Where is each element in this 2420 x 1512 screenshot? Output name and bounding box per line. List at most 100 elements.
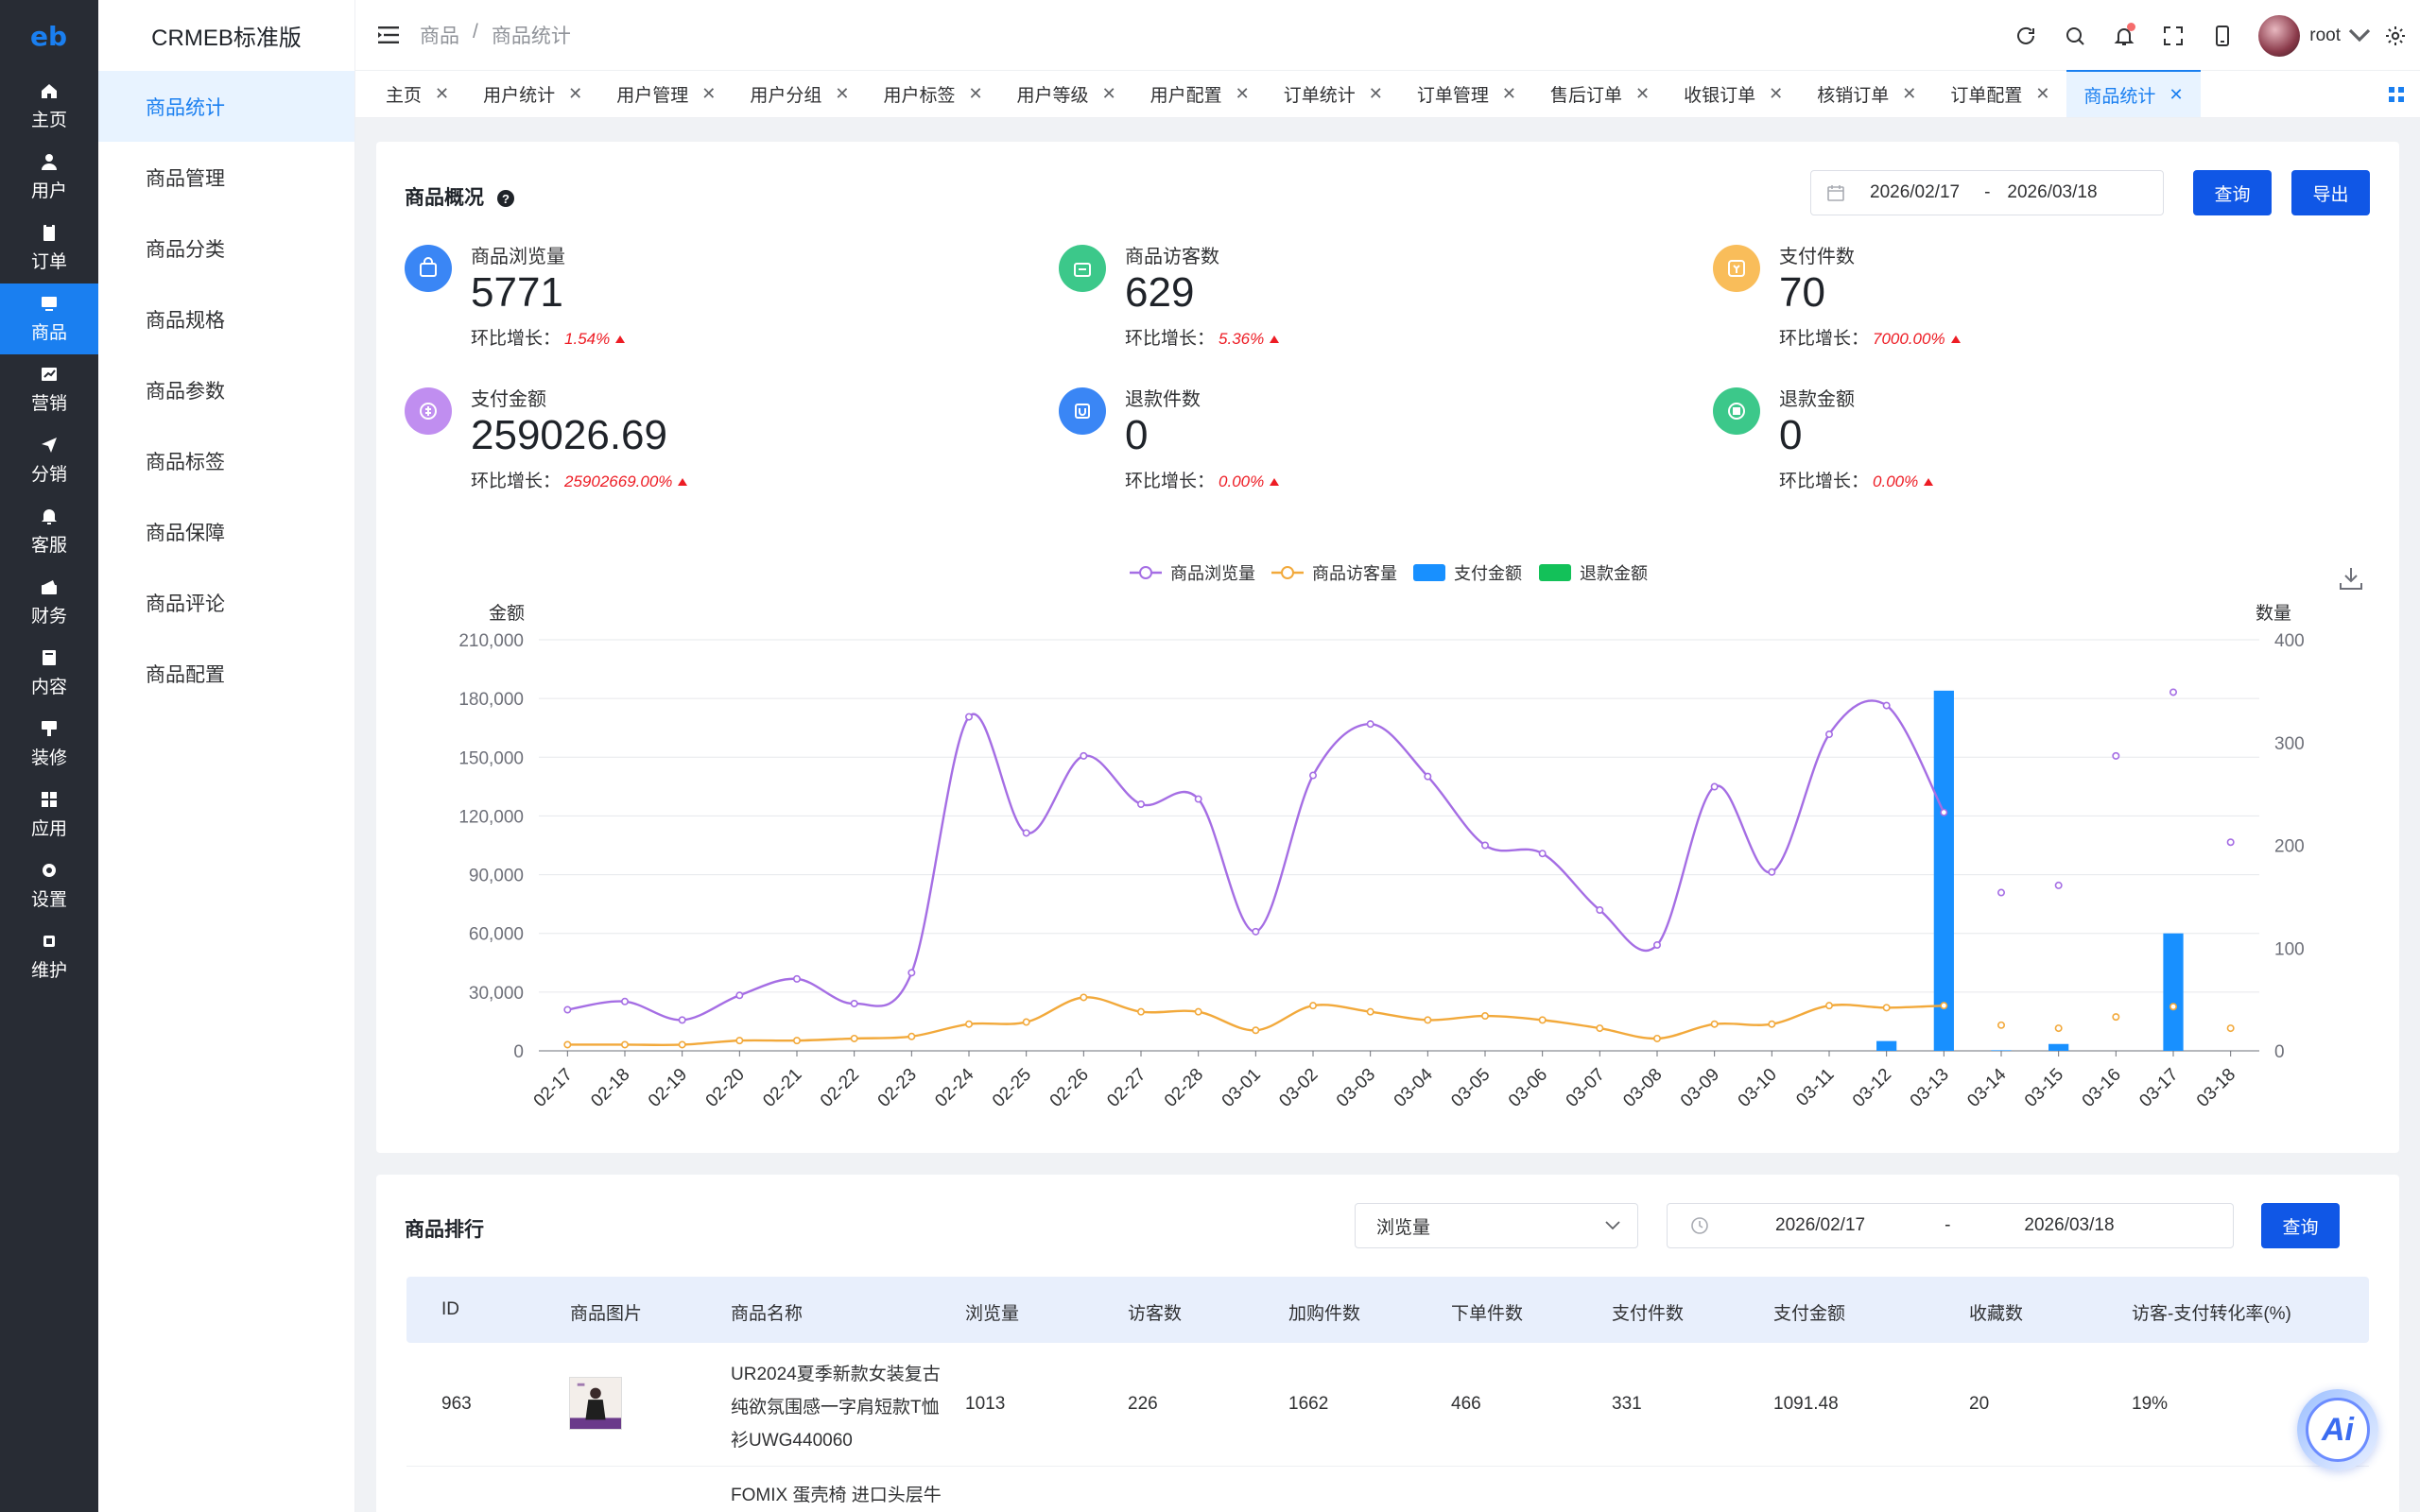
tab-item[interactable]: 用户统计 ✕ (466, 70, 599, 117)
close-icon[interactable]: ✕ (568, 84, 582, 104)
tab-item[interactable]: 订单统计 ✕ (1267, 70, 1400, 117)
tab-item[interactable]: 用户配置 ✕ (1133, 70, 1267, 117)
rail-item-product[interactable]: 商品 (0, 284, 98, 354)
export-button[interactable]: 导出 (2291, 170, 2370, 215)
tab-item[interactable]: 商品统计 ✕ (2066, 70, 2201, 117)
close-icon[interactable]: ✕ (1236, 84, 1250, 104)
stat-card: 支付件数 70 环比增长： 7000.00% (1713, 241, 2280, 373)
change-percent: 25902669.00% (564, 472, 673, 490)
submenu-item[interactable]: 商品标签 (98, 425, 354, 496)
rail-item-label: 内容 (30, 678, 67, 697)
product-image[interactable] (569, 1377, 622, 1430)
tab-item[interactable]: 收银订单 ✕ (1667, 70, 1800, 117)
ai-assistant-button[interactable]: Ai (2297, 1389, 2378, 1470)
rail-item-apps[interactable]: 应用 (0, 780, 98, 850)
rail-item-marketing[interactable]: 营销 (0, 354, 98, 425)
tab-item[interactable]: 售后订单 ✕ (1533, 70, 1667, 117)
date-start[interactable]: 2026/02/17 (1870, 182, 1960, 203)
rail-item-user[interactable]: 用户 (0, 142, 98, 213)
close-icon[interactable]: ✕ (435, 84, 449, 104)
rail-item-finance[interactable]: 财务 (0, 567, 98, 638)
tab-item[interactable]: 用户分组 ✕ (733, 70, 866, 117)
close-icon[interactable]: ✕ (1369, 84, 1383, 104)
rail-item-order[interactable]: 订单 (0, 213, 98, 284)
main-nav-rail: eb 主页 用户 订单 商品 营销 分销客服财务内容装修应用设置 维护 (0, 0, 98, 1512)
tab-item[interactable]: 核销订单 ✕ (1800, 70, 1933, 117)
submenu-item[interactable]: 商品分类 (98, 213, 354, 284)
app-logo[interactable]: eb (0, 0, 98, 71)
point-商品访客量 (1596, 1024, 1604, 1033)
cell-product-name[interactable]: UR2024夏季新款女装复古 纯欲氛围感一字肩短款T恤 衫UWG440060 (731, 1358, 941, 1457)
point-商品访客量 (1424, 1016, 1432, 1024)
menu-toggle-icon[interactable] (378, 26, 401, 44)
submenu-item[interactable]: 商品管理 (98, 142, 354, 213)
tab-item[interactable]: 订单管理 ✕ (1400, 70, 1533, 117)
search-icon[interactable] (2050, 25, 2100, 47)
date-end[interactable]: 2026/03/18 (2024, 1215, 2114, 1236)
settings-gear-icon[interactable] (2371, 25, 2420, 47)
close-icon[interactable]: ✕ (1502, 84, 1516, 104)
close-icon[interactable]: ✕ (835, 84, 849, 104)
right-tick-label: 400 (2274, 631, 2305, 651)
close-icon[interactable]: ✕ (1102, 84, 1116, 104)
date-start[interactable]: 2026/02/17 (1775, 1215, 1865, 1236)
close-icon[interactable]: ✕ (1769, 84, 1783, 104)
cell-views: 1013 (965, 1394, 1006, 1414)
rail-item-content[interactable]: 内容 (0, 638, 98, 709)
query-button[interactable]: 查询 (2193, 170, 2272, 215)
submenu-item[interactable]: 商品评论 (98, 567, 354, 638)
point-商品访客量 (1080, 993, 1088, 1002)
refresh-icon[interactable] (2001, 25, 2050, 47)
tab-item[interactable]: 主页 ✕ (369, 70, 466, 117)
up-triangle-icon (615, 335, 626, 343)
submenu-item[interactable]: 商品参数 (98, 354, 354, 425)
tab-item[interactable]: 用户标签 ✕ (866, 70, 999, 117)
settings-icon (43, 864, 56, 877)
close-icon[interactable]: ✕ (2035, 84, 2049, 104)
tab-item[interactable]: 订单配置 ✕ (1933, 70, 2066, 117)
x-tick-label: 03-08 (1619, 1065, 1666, 1111)
rail-item-home[interactable]: 主页 (0, 71, 98, 142)
rail-item-label: 客服 (30, 536, 67, 556)
tab-item[interactable]: 用户等级 ✕ (1000, 70, 1133, 117)
mobile-preview-icon[interactable] (2198, 25, 2247, 47)
breadcrumb-item[interactable]: 商品 (420, 21, 459, 49)
product-name-line: 纯欲氛围感一字肩短款T恤 (731, 1398, 940, 1418)
rail-item-service[interactable]: 客服 (0, 496, 98, 567)
close-icon[interactable]: ✕ (1902, 84, 1916, 104)
right-tick-label: 200 (2274, 837, 2305, 857)
username[interactable]: root (2309, 26, 2341, 46)
tabs-grid-icon[interactable] (2388, 86, 2405, 103)
chevron-down-icon[interactable] (2348, 25, 2371, 47)
close-icon[interactable]: ✕ (2169, 85, 2183, 105)
submenu-item[interactable]: 商品统计 (98, 71, 354, 142)
column-header: 访客-支付转化率(%) (2132, 1304, 2291, 1324)
rail-item-settings[interactable]: 设置 (0, 850, 98, 921)
rail-item-label: 财务 (30, 607, 67, 627)
tab-item[interactable]: 用户管理 ✕ (599, 70, 733, 117)
stat-change: 环比增长： 7000.00% (1779, 324, 1961, 350)
help-icon[interactable]: ? (497, 190, 514, 208)
date-end[interactable]: 2026/03/18 (2007, 182, 2097, 203)
close-icon[interactable]: ✕ (701, 84, 716, 104)
notification-bell-icon[interactable] (2100, 22, 2149, 47)
rail-item-decorate[interactable]: 装修 (0, 709, 98, 780)
tab-label: 核销订单 (1817, 85, 1890, 106)
fullscreen-icon[interactable] (2149, 25, 2198, 47)
close-icon[interactable]: ✕ (1635, 84, 1650, 104)
column-header: 加购件数 (1288, 1304, 1361, 1324)
ranking-metric-select[interactable]: 浏览量 (1355, 1203, 1638, 1248)
submenu-item[interactable]: 商品配置 (98, 638, 354, 709)
rail-item-distribution[interactable]: 分销 (0, 425, 98, 496)
overview-date-range[interactable]: 2026/02/17 - 2026/03/18 (1810, 170, 2164, 215)
avatar[interactable] (2258, 14, 2301, 57)
close-icon[interactable]: ✕ (968, 84, 982, 104)
rail-item-label: 应用 (30, 819, 67, 839)
submenu-item[interactable]: 商品规格 (98, 284, 354, 354)
ranking-query-button[interactable]: 查询 (2261, 1203, 2340, 1248)
cell-product-name[interactable]: FOMIX 蛋壳椅 进口头层牛 (731, 1481, 942, 1506)
download-icon (2340, 568, 2362, 590)
rail-item-maintain[interactable]: 维护 (0, 921, 98, 992)
submenu-item[interactable]: 商品保障 (98, 496, 354, 567)
ranking-date-range[interactable]: 2026/02/17 - 2026/03/18 (1667, 1203, 2234, 1248)
